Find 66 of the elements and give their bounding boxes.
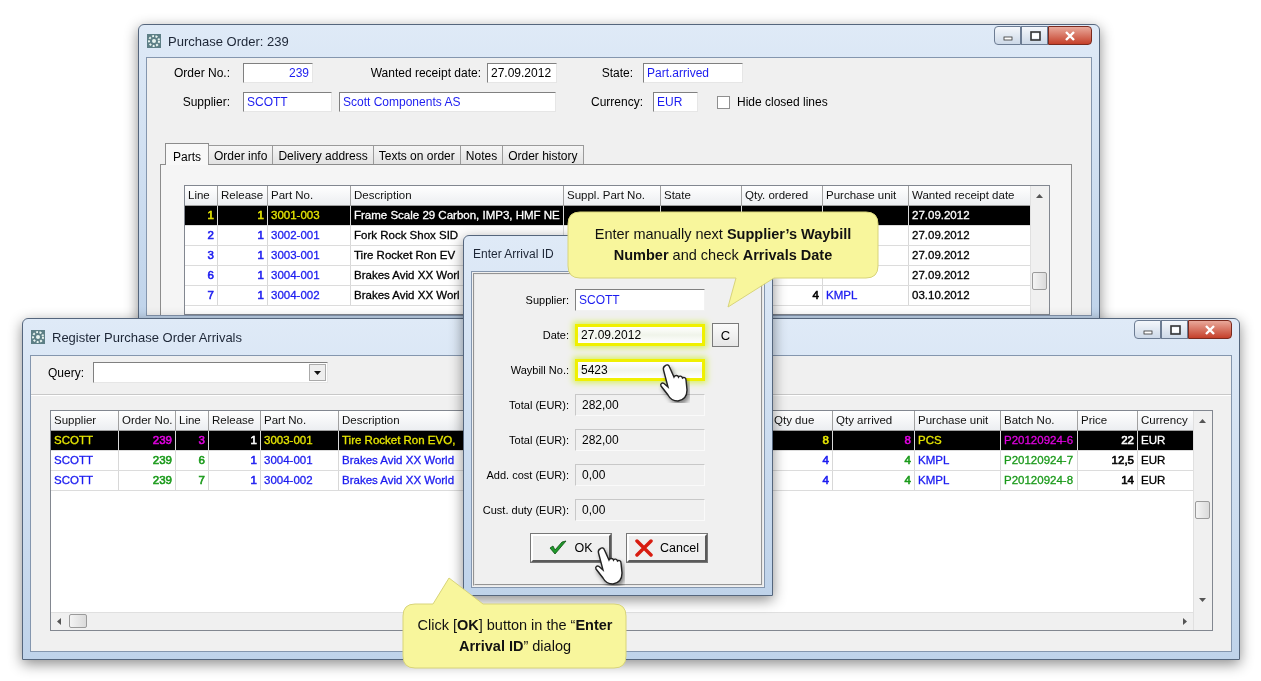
window-title: Purchase Order: 239 <box>168 33 289 49</box>
table-cell: P20120924-8 <box>1001 471 1078 490</box>
table-cell: 3002-001 <box>268 226 351 245</box>
field-label: Cust. duty (EUR): <box>482 504 569 516</box>
field-label: Waybill No.: <box>510 364 569 376</box>
table-cell: KMPL <box>915 471 1001 490</box>
table-cell: 3003-001 <box>268 246 351 265</box>
field-label: Query: <box>48 365 85 380</box>
table-cell: 239 <box>119 451 176 470</box>
table-cell: 1 <box>185 206 218 225</box>
table-cell: 3004-001 <box>261 451 339 470</box>
table-cell: 1 <box>218 286 268 305</box>
callout-text: Click [OK] button in the “Enter Arrival ID” dialog <box>416 616 614 656</box>
table-cell: 1 <box>218 266 268 285</box>
checkbox-label: Hide closed lines <box>737 95 828 109</box>
table-cell: 3003-001 <box>261 431 339 450</box>
table-cell: P20120924-6 <box>1001 431 1078 450</box>
table-cell: 4 <box>833 451 915 470</box>
table-cell: 239 <box>119 431 176 450</box>
table-cell: 1 <box>209 451 261 470</box>
table-cell: 14 <box>1078 471 1138 490</box>
field-label: Total (EUR): <box>509 399 569 411</box>
table-cell: 3004-002 <box>261 471 339 490</box>
field-label: Supplier: <box>182 95 230 109</box>
table-cell: 3 <box>185 246 218 265</box>
table-cell: 3004-001 <box>268 266 351 285</box>
callout-text: Enter manually next Supplier’s Waybill Number and check Arrivals Date <box>593 225 853 265</box>
table-cell: PCS <box>915 431 1001 450</box>
input-field: 0,00 <box>575 499 705 521</box>
table-cell: 22 <box>1078 431 1138 450</box>
table-cell: 6 <box>176 451 209 470</box>
table-cell: 2 <box>185 226 218 245</box>
field-label: Wanted receipt date: <box>370 66 481 80</box>
table-cell: 1 <box>218 226 268 245</box>
field-label: Total (EUR): <box>509 434 569 446</box>
field-label: Currency: <box>591 95 643 109</box>
field-label: Date: <box>542 329 569 341</box>
input-field: 282,00 <box>575 429 705 451</box>
table-cell: 8 <box>833 431 915 450</box>
table-cell: 3001-003 <box>268 206 351 225</box>
table-cell: 1 <box>218 246 268 265</box>
table-cell: 4 <box>833 471 915 490</box>
table-cell: SCOTT <box>51 451 119 470</box>
table-cell: 239 <box>119 471 176 490</box>
input-field: 0,00 <box>575 464 705 486</box>
table-cell: KMPL <box>915 451 1001 470</box>
table-cell: 3004-002 <box>268 286 351 305</box>
table-cell: Frame Scale 29 Carbon, IMP3, HMF NE <box>351 206 564 225</box>
table-cell: 1 <box>209 431 261 450</box>
window-title: Register Purchase Order Arrivals <box>52 329 242 345</box>
table-cell: P20120924-7 <box>1001 451 1078 470</box>
table-cell: 7 <box>176 471 209 490</box>
input-field: 282,00 <box>575 394 705 416</box>
table-cell: 1 <box>218 206 268 225</box>
table-cell: SCOTT <box>51 471 119 490</box>
table-cell: 12,5 <box>1078 451 1138 470</box>
table-cell: 6 <box>185 266 218 285</box>
table-cell: 3 <box>176 431 209 450</box>
table-cell: 7 <box>185 286 218 305</box>
table-cell: SCOTT <box>51 431 119 450</box>
table-cell: KMPL <box>823 286 909 305</box>
window-title: Enter Arrival ID <box>473 246 554 261</box>
table-cell: 1 <box>209 471 261 490</box>
field-label: Order No.: <box>174 66 230 80</box>
field-label: Add. cost (EUR): <box>486 469 569 481</box>
field-label: State: <box>601 66 633 80</box>
